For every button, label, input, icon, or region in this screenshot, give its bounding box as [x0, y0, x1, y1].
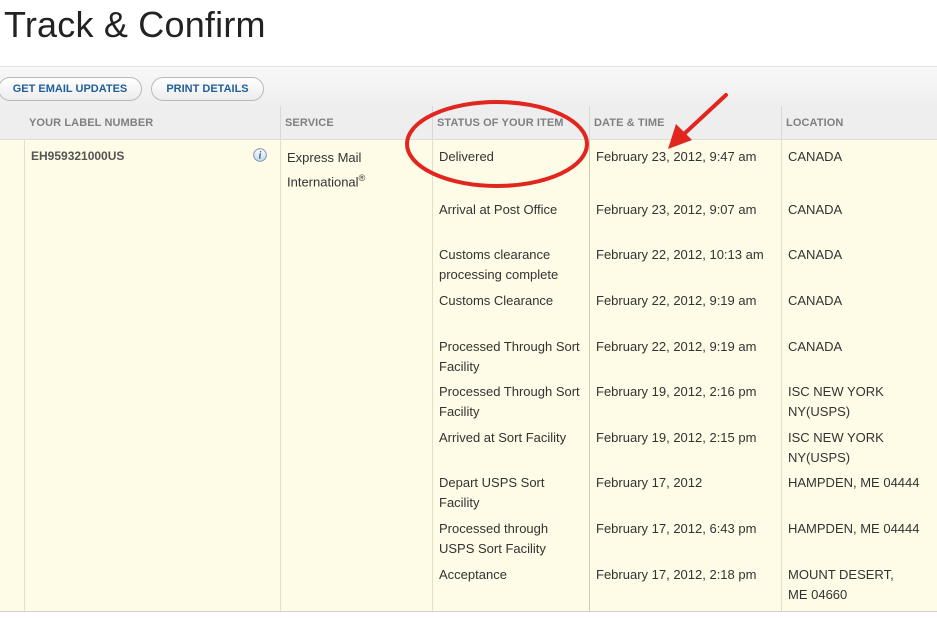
column-divider: [781, 106, 782, 139]
service-line-1: Express Mail: [287, 150, 362, 165]
page-title: Track & Confirm: [4, 4, 266, 45]
datetime-cell: February 17, 2012, 6:43 pm: [596, 521, 757, 536]
datetime-cell: February 22, 2012, 10:13 am: [596, 247, 764, 262]
status-cell: Delivered: [439, 149, 494, 164]
service-line-2: International: [287, 174, 359, 190]
column-divider: [24, 140, 25, 611]
location-cell: CANADA: [788, 149, 843, 164]
status-cell: Processed Through Sort Facility: [439, 384, 580, 419]
datetime-cell: February 17, 2012: [596, 475, 703, 490]
status-cell: Customs Clearance: [439, 293, 554, 308]
status-cell: Customs clearance processing complete: [439, 247, 559, 282]
location-cell: CANADA: [788, 247, 843, 262]
location-cell: ISC NEW YORK NY(USPS): [788, 430, 884, 465]
datetime-cell: February 19, 2012, 2:15 pm: [596, 430, 757, 445]
table-header: YOUR LABEL NUMBER SERVICE STATUS OF YOUR…: [0, 106, 937, 140]
tracking-table-body: EH959321000US i Express Mail Internation…: [0, 140, 937, 612]
status-cell: Processed Through Sort Facility: [439, 339, 580, 374]
column-divider: [589, 106, 590, 139]
column-divider: [589, 140, 590, 611]
toolbar: GET EMAIL UPDATES PRINT DETAILS: [0, 66, 937, 107]
column-header-location: LOCATION: [786, 117, 844, 129]
status-cell: Arrival at Post Office: [439, 202, 558, 217]
location-cell: HAMPDEN, ME 04444: [788, 475, 920, 490]
location-cell: MOUNT DESERT, ME 04660: [788, 567, 894, 602]
column-header-label-number: YOUR LABEL NUMBER: [29, 117, 154, 129]
column-header-datetime: DATE & TIME: [594, 117, 665, 129]
print-details-button[interactable]: PRINT DETAILS: [151, 77, 264, 101]
column-divider: [432, 106, 433, 139]
column-divider: [280, 106, 281, 139]
status-cell: Arrived at Sort Facility: [439, 430, 567, 445]
column-header-status: STATUS OF YOUR ITEM: [437, 117, 564, 129]
column-divider: [280, 140, 281, 611]
column-header-service: SERVICE: [285, 117, 334, 129]
service-name: Express Mail International®: [287, 148, 365, 192]
datetime-cell: February 22, 2012, 9:19 am: [596, 293, 757, 308]
location-cell: ISC NEW YORK NY(USPS): [788, 384, 884, 419]
datetime-cell: February 23, 2012, 9:07 am: [596, 202, 757, 217]
location-cell: HAMPDEN, ME 04444: [788, 521, 920, 536]
datetime-cell: February 23, 2012, 9:47 am: [596, 149, 757, 164]
status-cell: Depart USPS Sort Facility: [439, 475, 545, 510]
datetime-cell: February 22, 2012, 9:19 am: [596, 339, 757, 354]
location-cell: CANADA: [788, 339, 843, 354]
track-confirm-page: Track & Confirm GET EMAIL UPDATES PRINT …: [0, 0, 937, 618]
datetime-cell: February 19, 2012, 2:16 pm: [596, 384, 757, 399]
get-email-updates-button[interactable]: GET EMAIL UPDATES: [0, 77, 142, 101]
info-icon[interactable]: i: [253, 148, 267, 162]
datetime-cell: February 17, 2012, 2:18 pm: [596, 567, 757, 582]
status-cell: Processed through USPS Sort Facility: [439, 521, 549, 556]
status-cell: Acceptance: [439, 567, 507, 582]
column-divider: [781, 140, 782, 611]
location-cell: CANADA: [788, 202, 843, 217]
registered-mark: ®: [358, 173, 366, 183]
label-number: EH959321000US: [31, 149, 125, 163]
location-cell: CANADA: [788, 293, 843, 308]
svg-text:i: i: [259, 151, 262, 162]
column-divider: [432, 140, 433, 611]
